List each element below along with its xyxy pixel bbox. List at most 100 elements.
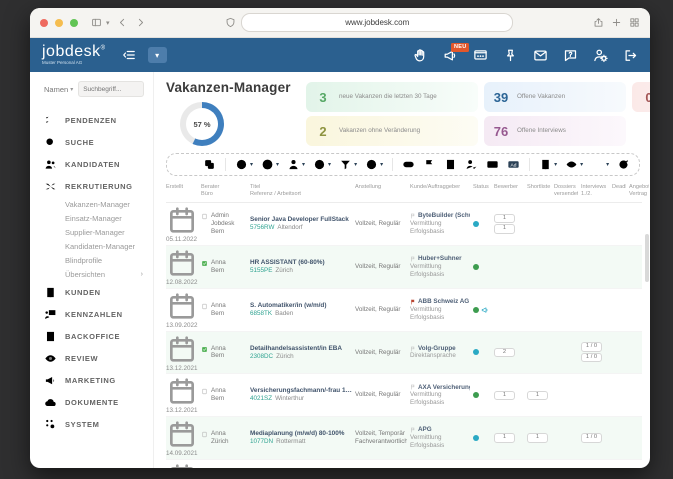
chevron-down-icon[interactable]: ▾ (106, 19, 110, 27)
vacancy-title-link[interactable]: Senior Java Developer FullStack (250, 216, 352, 224)
client-name[interactable]: APG (410, 426, 470, 434)
user-settings-icon[interactable] (593, 48, 608, 63)
applicants-count[interactable]: 1 (494, 213, 515, 224)
tab-overview-icon[interactable] (629, 17, 640, 28)
person-button[interactable]: ▾ (287, 158, 305, 171)
table-scrollbar[interactable] (645, 234, 649, 282)
client-name[interactable]: ABB Schweiz AG (410, 298, 470, 306)
traffic-minimize-button[interactable] (55, 18, 63, 27)
refresh-button[interactable] (617, 158, 630, 171)
sidebar-item-marketing[interactable]: MARKETING (44, 369, 153, 391)
applicants-count[interactable]: 1 (494, 390, 515, 401)
traffic-close-button[interactable] (40, 18, 48, 27)
applicants-count[interactable]: 2 (494, 347, 515, 358)
column-header-titel-referenz-arbeitsort[interactable]: Titel Referenz / Arbeitsort (250, 184, 352, 198)
flag-button[interactable] (423, 158, 436, 171)
table-row[interactable]: 13.09.2022 Anna Bern S. Automatiker/in (w/m… (166, 289, 642, 332)
vacancy-reference[interactable]: 2308DC (250, 353, 273, 360)
pin-icon[interactable] (503, 48, 518, 63)
client-name[interactable]: Volg-Gruppe (410, 345, 470, 353)
circle-button[interactable]: ▾ (235, 158, 253, 171)
eyeslash-button[interactable]: ▾ (565, 158, 583, 171)
vacancy-title-link[interactable]: Detailhandelsassistent/in EBA (250, 345, 352, 353)
share-icon[interactable] (593, 17, 604, 28)
column-header-status[interactable]: Status (473, 184, 491, 191)
interviews-count[interactable]: 1 / 0 (581, 433, 602, 443)
sidebar-subitem-bersichten[interactable]: Übersichten › (44, 267, 153, 281)
board-icon[interactable] (473, 48, 488, 63)
vacancy-reference[interactable]: 5155PE (250, 267, 272, 274)
workspace-dropdown[interactable]: ▾ (147, 47, 167, 63)
support-chat-icon[interactable]: ? (563, 48, 578, 63)
table-row[interactable]: 14.09.2021 Anna Zürich Mediaplanung (m/w/d)… (166, 417, 642, 461)
vacancy-title-link[interactable]: S. Automatiker/in (w/m/d) (250, 302, 352, 310)
hand-icon[interactable] (413, 48, 428, 63)
sidebar-item-system[interactable]: SYSTEM (44, 413, 153, 435)
interviews-count[interactable]: 1 / 0 (581, 342, 602, 352)
circle-button[interactable]: ▾ (365, 158, 383, 171)
toggle-button[interactable] (402, 158, 415, 171)
sidebar-subitem-supplier-manager[interactable]: Supplier-Manager (44, 225, 153, 239)
column-header-interviews-1-2[interactable]: Interviews 1./2. (581, 184, 609, 198)
vacancy-title-link[interactable]: HR ASSISTANT (60-80%) (250, 259, 352, 267)
column-header-angebot-vertrag[interactable]: Angebot Vertrag (629, 184, 649, 198)
sidebar-item-pendenzen[interactable]: PENDENZEN (44, 109, 153, 131)
client-name[interactable]: AXA Versicherungen AG (410, 384, 470, 392)
shortlist-count[interactable]: 1 (527, 433, 548, 443)
shortlist-count[interactable]: 1 (527, 390, 548, 401)
client-name[interactable]: ByteBuilder (Schweiz) AG (410, 212, 470, 220)
sidebar-item-review[interactable]: REVIEW (44, 347, 153, 369)
column-header-dossiers-versendet[interactable]: Dossiers versendet (554, 184, 578, 198)
new-tab-icon[interactable] (611, 17, 622, 28)
sidebar-subitem-einsatz-manager[interactable]: Einsatz-Manager (44, 211, 153, 225)
personcircle-button[interactable]: ▾ (261, 158, 279, 171)
address-bar[interactable]: www.jobdesk.com (241, 13, 514, 32)
column-header-bewerber[interactable]: Bewerber (494, 184, 524, 191)
sidebar-item-backoffice[interactable]: BACKOFFICE (44, 325, 153, 347)
column-header-kunde-auftraggeber[interactable]: Kunde/Auftraggeber (410, 184, 470, 191)
table-row[interactable]: 13.12.2021 Anna Bern Versicherungsfachmann/… (166, 374, 642, 418)
logout-icon[interactable] (623, 48, 638, 63)
vacancy-title-link[interactable]: Versicherungsfachmann/-frau 100% (250, 387, 352, 395)
copy-button[interactable] (203, 158, 216, 171)
shield-icon[interactable] (225, 17, 236, 28)
forward-button[interactable] (135, 17, 146, 28)
adoutline-button[interactable]: Ad (486, 158, 499, 171)
applicants-count-2[interactable]: 1 (494, 224, 515, 234)
personcheck-button[interactable] (465, 158, 478, 171)
sidebar-item-kennzahlen[interactable]: KENNZAHLEN (44, 303, 153, 325)
traffic-zoom-button[interactable] (70, 18, 78, 27)
search-button[interactable] (648, 158, 650, 171)
column-header-deadline[interactable]: Deadline (612, 184, 626, 191)
sort-button[interactable]: ▾ (591, 158, 609, 171)
sidebar-item-dokumente[interactable]: DOKUMENTE (44, 391, 153, 413)
vacancy-title-link[interactable]: Mediaplanung (m/w/d) 80-100% (250, 430, 352, 438)
sidebar-toggle-icon[interactable] (91, 17, 102, 28)
applicants-count[interactable]: 1 (494, 433, 515, 443)
table-row[interactable]: 12.08.2022 Anna Bern HR ASSISTANT (60-80%) 5… (166, 245, 642, 289)
sidebar-item-kunden[interactable]: KUNDEN (44, 281, 153, 303)
vacancy-reference[interactable]: 4021SZ (250, 395, 272, 402)
table-row[interactable]: 13.12.2021 Anna Bern Detailhandelsassistent… (166, 331, 642, 375)
back-button[interactable] (117, 17, 128, 28)
vacancy-reference[interactable]: 5756RW (250, 224, 274, 231)
sidebar-item-kandidaten[interactable]: KANDIDATEN (44, 153, 153, 175)
form-button[interactable] (444, 158, 457, 171)
vacancy-reference[interactable]: 1077DN (250, 438, 273, 445)
client-name[interactable]: Huber+Suhner (410, 255, 470, 263)
globe-button[interactable]: ▾ (313, 158, 331, 171)
sidebar-subitem-vakanzen-manager[interactable]: Vakanzen-Manager (44, 197, 153, 211)
announcements-icon[interactable]: NEU (443, 42, 469, 63)
app-logo[interactable]: jobdesk® Muster Personal AG (42, 44, 106, 66)
collapse-menu-icon[interactable] (122, 48, 136, 62)
mail-icon[interactable] (533, 48, 548, 63)
column-header-berater-b-ro[interactable]: Berater Büro (201, 184, 247, 198)
sidebar-subitem-blindprofile[interactable]: Blindprofile (44, 253, 153, 267)
building-button[interactable]: ▾ (539, 158, 557, 171)
column-header-anstellung[interactable]: Anstellung (355, 184, 407, 191)
table-row[interactable]: 05.11.2022 Admin Jobdesk Bern Senior Java D… (166, 203, 642, 246)
sidebar-subitem-kandidaten-manager[interactable]: Kandidaten-Manager (44, 239, 153, 253)
vacancy-reference[interactable]: 6858TK (250, 310, 272, 317)
sidebar-item-suche[interactable]: SUCHE (44, 131, 153, 153)
plus-button[interactable] (182, 158, 195, 171)
